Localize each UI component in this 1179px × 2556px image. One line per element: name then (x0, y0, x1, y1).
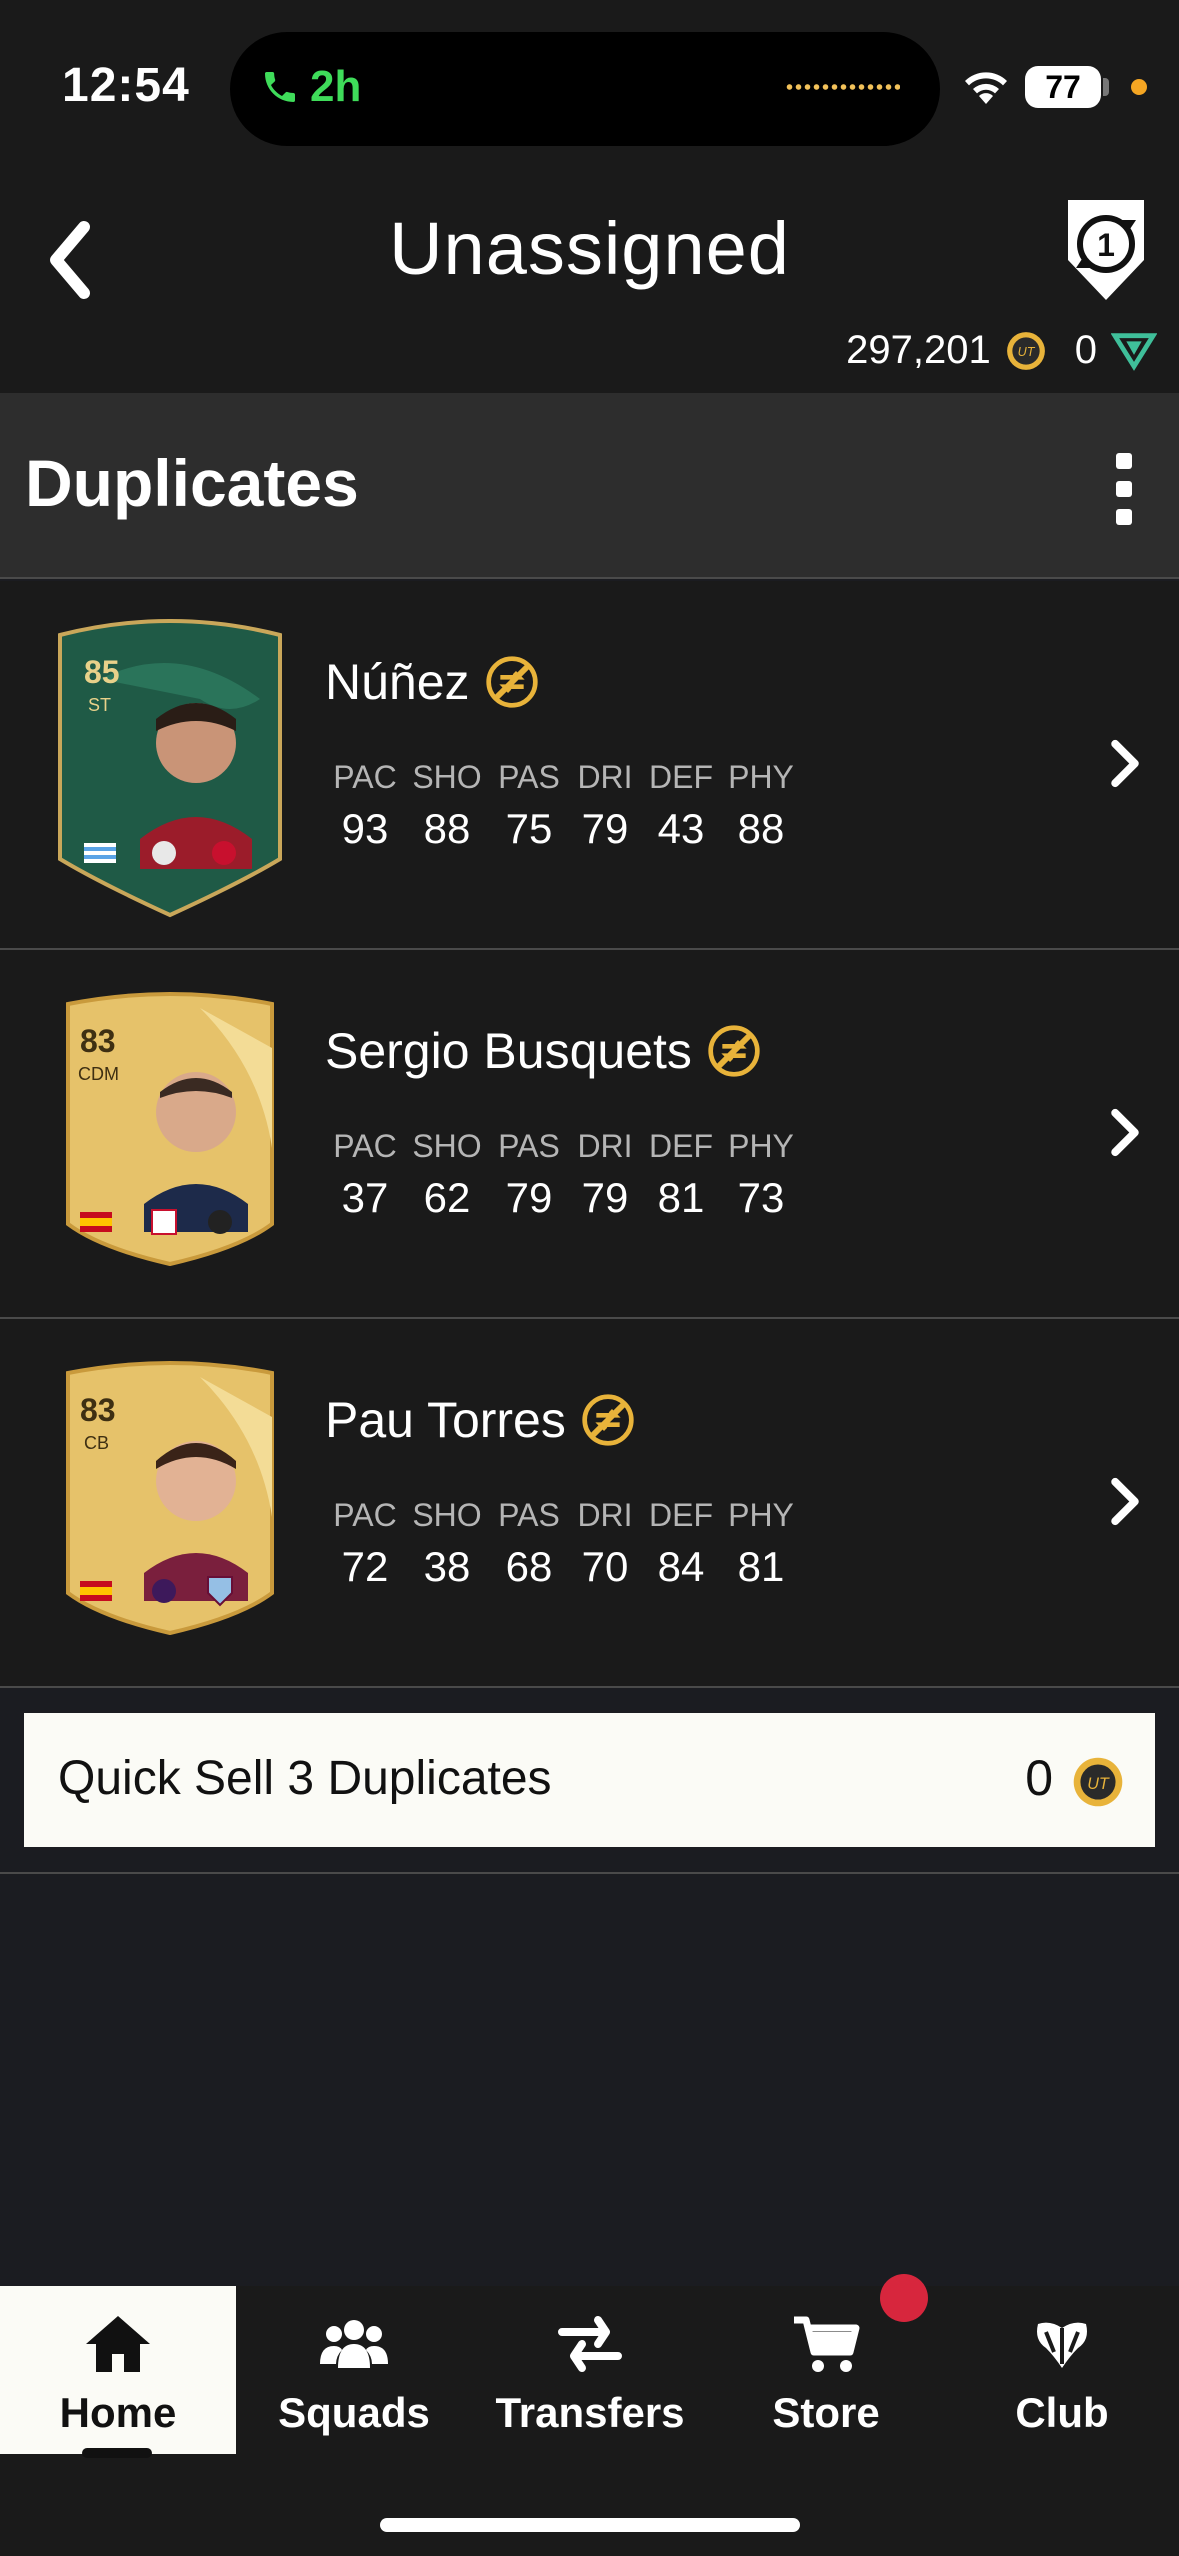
svg-text:UT: UT (1017, 345, 1035, 359)
chevron-right-icon (1111, 739, 1139, 788)
coin-icon: UT (1006, 331, 1045, 370)
battery-icon: 77 (1025, 66, 1101, 108)
player-name: Sergio Busquets (325, 1022, 762, 1080)
player-card-image: 85 ST (58, 619, 282, 918)
chevron-right-icon (1111, 1477, 1139, 1526)
stat-sho: SHO 62 (412, 1128, 482, 1221)
objectives-icon[interactable]: 1 (1056, 188, 1156, 308)
player-row[interactable]: 85 ST Núñez PAC 93 SHO 88 PAS 75 DRI 79 DEF 4… (0, 581, 1179, 950)
more-dot-icon (1116, 481, 1132, 497)
player-card-image: 83 CB (66, 1361, 274, 1636)
player-card: 83 CB (40, 1357, 300, 1657)
card-rating: 83 (80, 1392, 116, 1428)
card-position: CDM (78, 1064, 119, 1084)
player-stats: PAC 37 SHO 62 PAS 79 DRI 79 DEF 81 PHY 73 (325, 1128, 801, 1222)
stat-dri: DRI 79 (577, 1128, 633, 1221)
dynamic-island[interactable]: 2h (230, 32, 940, 146)
call-duration: 2h (310, 62, 362, 111)
more-dot-icon (1116, 509, 1132, 525)
stat-def: DEF 81 (649, 1128, 713, 1221)
home-indicator[interactable] (380, 2518, 800, 2532)
card-position: CB (84, 1433, 109, 1453)
player-card-image: 83 CDM (66, 992, 274, 1267)
status-bar: 12:54 2h 77 (0, 0, 1179, 170)
card-rating: 85 (84, 654, 120, 690)
tab-home[interactable]: Home (0, 2286, 236, 2458)
tab-bar: Home Squads Transfers Store Club (0, 2286, 1179, 2556)
divider (0, 1872, 1179, 1874)
home-icon (86, 2316, 150, 2372)
stat-pas: PAS 75 (498, 759, 560, 852)
active-tab-indicator (82, 2448, 152, 2458)
club-icon (1037, 2322, 1087, 2368)
player-name: Pau Torres (325, 1391, 636, 1449)
player-name-text: Sergio Busquets (325, 1023, 692, 1079)
tab-label: Squads (278, 2389, 430, 2436)
privacy-indicator-dot (1131, 79, 1147, 95)
stat-pac: PAC 72 (333, 1497, 397, 1590)
phone-icon (265, 72, 295, 102)
currency-row: 297,201 UT 0 (846, 328, 1157, 373)
tab-label: Store (772, 2389, 880, 2436)
page-title: Unassigned (389, 207, 790, 290)
player-name-text: Pau Torres (325, 1392, 566, 1448)
player-row[interactable]: 83 CB Pau Torres PAC 72 SHO 38 PAS 68 DRI 70… (0, 1319, 1179, 1688)
tab-squads[interactable]: Squads (236, 2286, 472, 2454)
quick-sell-value: 0 (1025, 1750, 1053, 1806)
coin-icon: UT (1073, 1757, 1123, 1807)
player-stats: PAC 72 SHO 38 PAS 68 DRI 70 DEF 84 PHY 81 (325, 1497, 801, 1591)
stat-phy: PHY 81 (728, 1497, 794, 1590)
player-stats: PAC 93 SHO 88 PAS 75 DRI 79 DEF 43 PHY 88 (325, 759, 801, 853)
stat-def: DEF 43 (649, 759, 713, 852)
battery-cap (1103, 78, 1109, 96)
card-rating: 83 (80, 1023, 116, 1059)
section-header: Duplicates (0, 393, 1179, 579)
svg-text:1: 1 (1097, 227, 1115, 263)
stat-pac: PAC 37 (333, 1128, 397, 1221)
player-name-text: Núñez (325, 654, 470, 710)
stat-pac: PAC 93 (333, 759, 397, 852)
player-name: Núñez (325, 653, 540, 711)
stat-pas: PAS 79 (498, 1128, 560, 1221)
untradeable-icon (485, 656, 538, 708)
status-time: 12:54 (62, 59, 190, 112)
fc-points-icon (1111, 332, 1157, 371)
stat-sho: SHO 88 (412, 759, 482, 852)
stat-def: DEF 84 (649, 1497, 713, 1590)
quick-sell-label: Quick Sell 3 Duplicates (58, 1752, 552, 1805)
squads-icon (320, 2320, 388, 2368)
stat-pas: PAS 68 (498, 1497, 560, 1590)
stat-sho: SHO 38 (412, 1497, 482, 1590)
transfers-icon (558, 2316, 622, 2372)
tab-label: Club (1015, 2389, 1109, 2436)
more-options-button[interactable] (1109, 453, 1139, 533)
wifi-icon (965, 72, 1007, 104)
call-indicator[interactable]: 2h (260, 62, 361, 112)
stat-phy: PHY 88 (728, 759, 794, 852)
header: Unassigned 1 297,201 UT 0 (0, 170, 1179, 393)
card-position: ST (88, 695, 111, 715)
stat-dri: DRI 70 (577, 1497, 633, 1590)
player-card: 83 CDM (40, 988, 300, 1288)
tab-transfers[interactable]: Transfers (472, 2286, 708, 2454)
untradeable-icon (582, 1394, 634, 1446)
tab-club[interactable]: Club (944, 2286, 1179, 2454)
more-dot-icon (1116, 453, 1132, 469)
stat-phy: PHY 73 (728, 1128, 794, 1221)
stat-dri: DRI 79 (577, 759, 633, 852)
activity-dots-icon (785, 84, 900, 90)
store-notification-badge (880, 2274, 928, 2322)
player-card: 85 ST (40, 619, 300, 919)
points-balance: 0 (1074, 328, 1097, 372)
player-row[interactable]: 83 CDM Sergio Busquets PAC 37 SHO 62 PAS 79… (0, 950, 1179, 1319)
quick-sell-button[interactable]: Quick Sell 3 Duplicates 0 UT (24, 1713, 1155, 1847)
tab-label: Home (59, 2389, 177, 2436)
chevron-right-icon (1111, 1108, 1139, 1157)
tab-label: Transfers (495, 2389, 685, 2436)
coins-balance: 297,201 (846, 328, 991, 372)
section-title: Duplicates (25, 446, 359, 520)
store-icon (794, 2316, 860, 2372)
svg-text:UT: UT (1087, 1775, 1110, 1793)
untradeable-icon (708, 1025, 760, 1077)
